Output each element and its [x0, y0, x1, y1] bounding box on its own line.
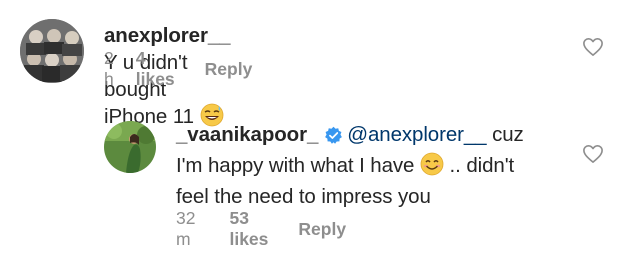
verified-badge-icon	[324, 125, 343, 152]
reply-line-1: _vaanikapoor_ @anexplorer__ cuz	[176, 121, 596, 152]
likes-count[interactable]: 53 likes	[229, 208, 268, 250]
comment-username[interactable]: anexplorer__	[104, 24, 231, 47]
reply-line-3: feel the need to impress you	[176, 185, 431, 208]
avatar[interactable]	[104, 121, 156, 173]
mention-link[interactable]: @anexplorer__	[347, 123, 486, 146]
reply-body-part: .. didn't	[449, 154, 515, 177]
reply-line-2: I'm happy with what I have .. didn't	[176, 152, 596, 183]
reply-body-part: cuz	[492, 123, 524, 146]
comment-time: 2 h	[104, 48, 114, 89]
smiling-emoji	[420, 152, 444, 183]
reply-time: 32 m	[176, 208, 196, 249]
comment-meta: 2 h 4 likes Reply	[104, 48, 253, 89]
reply-button[interactable]: Reply	[298, 219, 346, 240]
reply-meta: 32 m 53 likes Reply	[176, 208, 346, 249]
reply-text: _vaanikapoor_ @anexplorer__ cuz I'm happy…	[176, 121, 596, 210]
reply-username[interactable]: _vaanikapoor_	[176, 123, 318, 146]
likes-count[interactable]: 4 likes	[136, 48, 175, 90]
like-heart-icon[interactable]	[582, 37, 604, 62]
reply-body-part: I'm happy with what I have	[176, 154, 415, 177]
avatar[interactable]	[20, 19, 84, 83]
reply-button[interactable]: Reply	[205, 59, 253, 80]
like-heart-icon[interactable]	[582, 144, 604, 169]
